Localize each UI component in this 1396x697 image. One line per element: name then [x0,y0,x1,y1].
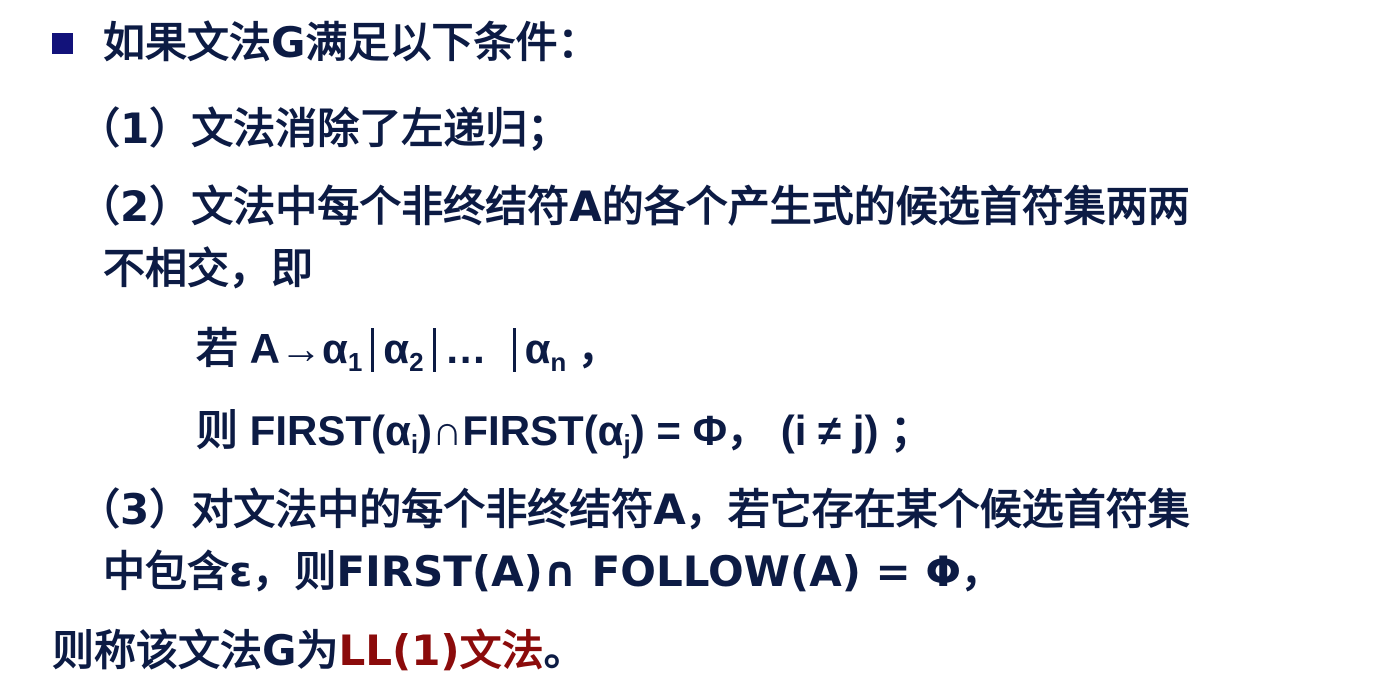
alpha-n: α [524,325,551,372]
first-intersection-formula: 则 FIRST(αi)∩FIRST(αj) = Φ， (i ≠ j) ； [196,405,932,457]
formula-end: ， [566,325,620,372]
square-bullet-icon [52,33,73,54]
condition-heading: 如果文法G满足以下条件： [103,18,600,67]
conclusion: 则称该文法G为LL(1)文法。 [52,625,586,677]
ll1-grammar-term: LL(1)文法 [338,626,544,675]
subscript-1: 1 [347,347,363,377]
condition-3-line-1: （3）对文法中的每个非终结符A，若它存在某个候选首符集 [78,485,1190,534]
formula-part-a: 则 FIRST(α [196,407,411,454]
formula-start: 若 A→α [196,325,348,372]
production-formula: 若 A→α1 α2… αn ， [196,323,620,375]
condition-1: （1）文法消除了左递归； [78,104,570,153]
formula-part-b: )∩FIRST(α [418,407,624,454]
subscript-2: 2 [409,347,424,377]
conclusion-prefix: 则称该文法G为 [52,626,339,675]
subscript-n: n [550,347,567,377]
alpha-2: α [383,325,410,372]
subscript-j: j [623,429,631,459]
condition-2-line-1: （2）文法中每个非终结符A的各个产生式的候选首符集两两 [78,182,1190,231]
subscript-i: i [410,429,419,459]
formula-part-c: ) = Φ， (i ≠ j) ； [630,407,933,454]
ellipsis: … [444,325,487,372]
condition-2-line-2: 不相交，即 [103,244,314,293]
conclusion-suffix: 。 [543,626,586,675]
alternation-bar [432,328,436,372]
alternation-bar [512,328,516,372]
condition-3-line-2: 中包含ε，则FIRST(A)∩ FOLLOW(A) = Φ， [103,547,1004,596]
alternation-bar [371,328,375,372]
